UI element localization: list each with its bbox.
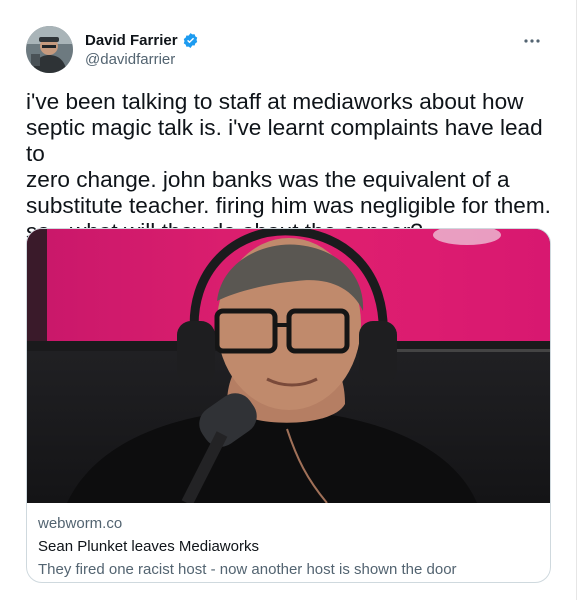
- tweet-container: David Farrier @davidfarrier i've been ta…: [0, 0, 577, 600]
- card-description: They fired one racist host - now another…: [38, 561, 457, 578]
- avatar[interactable]: [26, 25, 73, 73]
- display-name[interactable]: David Farrier: [85, 32, 178, 49]
- card-photo: [27, 229, 550, 503]
- card-title[interactable]: Sean Plunket leaves Mediaworks: [38, 537, 538, 557]
- avatar-photo: [26, 25, 73, 73]
- tweet-text: i've been talking to staff at mediaworks…: [26, 89, 551, 244]
- link-preview-card[interactable]: webworm.co Sean Plunket leaves Mediawork…: [26, 228, 551, 583]
- card-meta: webworm.co Sean Plunket leaves Mediawork…: [38, 514, 538, 580]
- user-handle[interactable]: @davidfarrier: [85, 51, 199, 68]
- card-domain[interactable]: webworm.co: [38, 514, 538, 534]
- card-image[interactable]: [27, 229, 550, 503]
- author-names: David Farrier @davidfarrier: [85, 30, 199, 68]
- verified-badge-icon: [182, 32, 199, 49]
- name-row: David Farrier: [85, 30, 199, 50]
- more-options-icon[interactable]: [522, 31, 542, 51]
- tweet-header: David Farrier @davidfarrier: [26, 25, 556, 73]
